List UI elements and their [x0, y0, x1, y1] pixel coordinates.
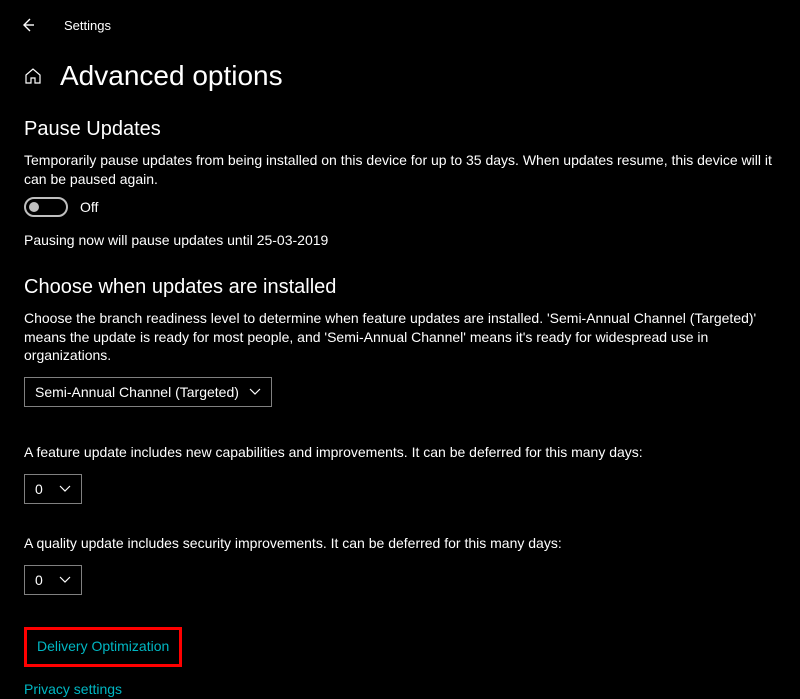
pause-toggle[interactable]	[24, 197, 68, 217]
branch-readiness-dropdown[interactable]: Semi-Annual Channel (Targeted)	[24, 377, 272, 407]
privacy-settings-link[interactable]: Privacy settings	[24, 681, 122, 697]
feature-defer-dropdown[interactable]: 0	[24, 474, 82, 504]
pause-toggle-label: Off	[80, 199, 98, 215]
app-title: Settings	[64, 18, 111, 33]
delivery-optimization-link[interactable]: Delivery Optimization	[37, 638, 169, 654]
toggle-knob	[29, 202, 39, 212]
pause-note: Pausing now will pause updates until 25-…	[24, 231, 776, 250]
branch-selected-value: Semi-Annual Channel (Targeted)	[35, 384, 239, 400]
back-button[interactable]	[20, 17, 36, 33]
quality-update-text: A quality update includes security impro…	[24, 534, 776, 553]
feature-defer-value: 0	[35, 481, 43, 497]
chevron-down-icon	[59, 576, 71, 584]
choose-description: Choose the branch readiness level to det…	[24, 309, 776, 366]
choose-heading: Choose when updates are installed	[24, 276, 776, 299]
highlight-box: Delivery Optimization	[24, 627, 182, 667]
chevron-down-icon	[59, 485, 71, 493]
home-icon[interactable]	[24, 67, 42, 85]
chevron-down-icon	[249, 388, 261, 396]
page-title: Advanced options	[60, 60, 283, 92]
pause-updates-heading: Pause Updates	[24, 118, 776, 141]
quality-defer-dropdown[interactable]: 0	[24, 565, 82, 595]
pause-description: Temporarily pause updates from being ins…	[24, 151, 776, 189]
quality-defer-value: 0	[35, 572, 43, 588]
feature-update-text: A feature update includes new capabiliti…	[24, 443, 776, 462]
